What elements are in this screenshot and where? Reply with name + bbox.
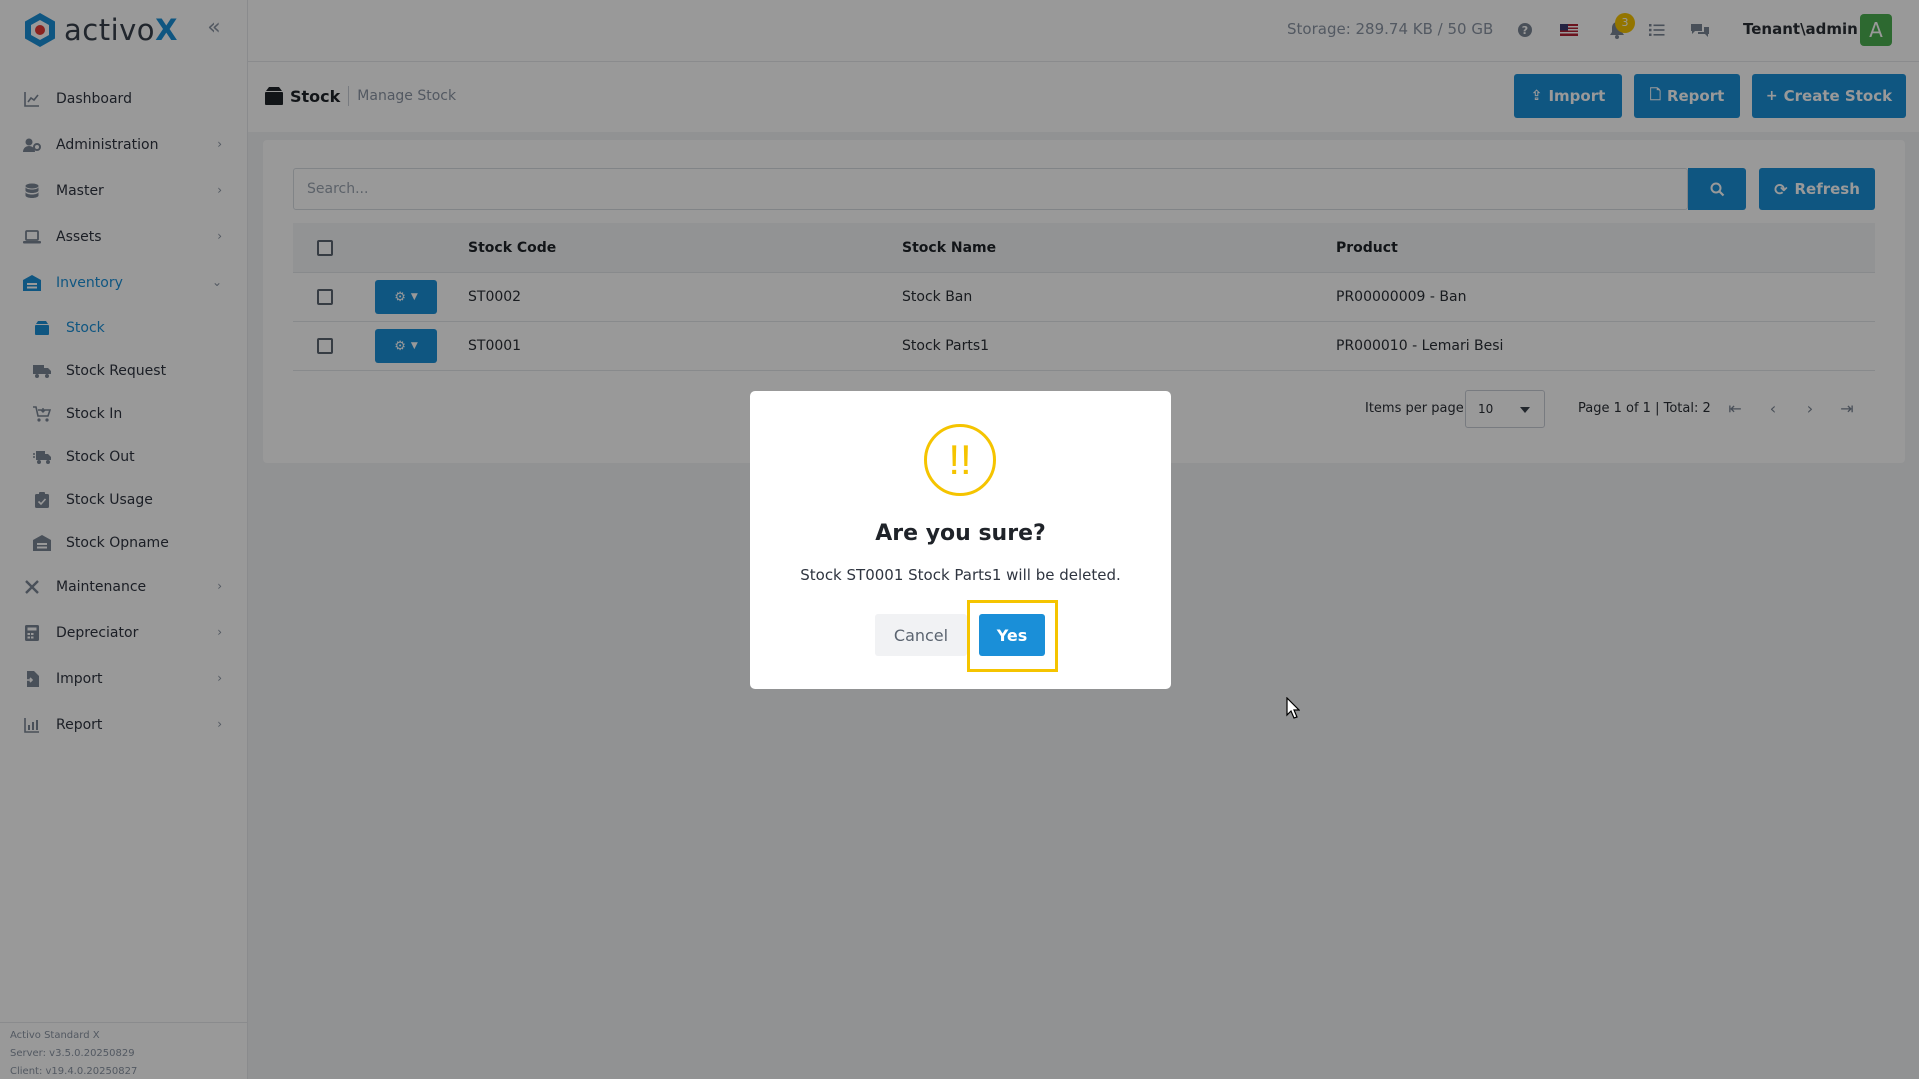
cancel-button[interactable]: Cancel: [875, 614, 967, 656]
yes-button[interactable]: Yes: [979, 614, 1045, 656]
dialog-message: Stock ST0001 Stock Parts1 will be delete…: [800, 566, 1121, 584]
mouse-cursor-icon: [1286, 697, 1300, 719]
warning-icon: !!: [924, 424, 996, 496]
dialog-title: Are you sure?: [875, 521, 1046, 546]
confirm-delete-dialog: !! Are you sure? Stock ST0001 Stock Part…: [750, 391, 1171, 689]
